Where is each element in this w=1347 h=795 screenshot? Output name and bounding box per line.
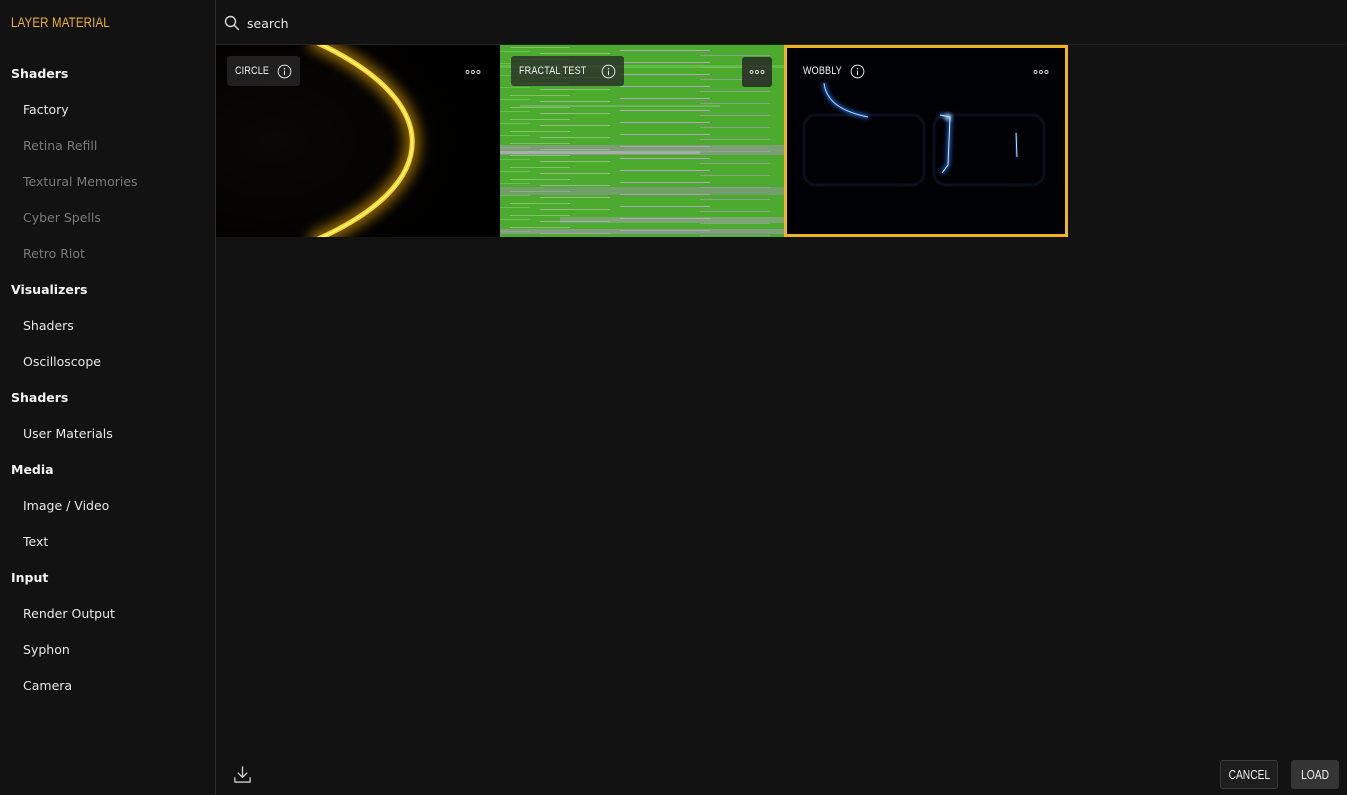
search-bar <box>216 0 1347 45</box>
sidebar-item-textural-memories[interactable]: Textural Memories <box>0 164 215 200</box>
cancel-button-label: CANCEL <box>1228 767 1270 782</box>
sidebar-item-factory[interactable]: Factory <box>0 92 215 128</box>
more-horizontal-icon <box>1033 70 1049 74</box>
download-icon[interactable] <box>233 765 252 784</box>
more-horizontal-icon <box>465 70 481 74</box>
nav-group-user-shaders: Shaders <box>11 390 69 405</box>
sidebar-item-user-materials[interactable]: User Materials <box>0 416 215 452</box>
material-card-wobbly[interactable]: WOBBLY <box>784 45 1068 237</box>
info-icon[interactable] <box>850 64 865 79</box>
load-button-label: LOAD <box>1301 767 1329 782</box>
info-icon[interactable] <box>601 64 616 79</box>
sidebar-item-retro-riot[interactable]: Retro Riot <box>0 236 215 272</box>
nav-group-visualizers: Visualizers <box>11 282 88 297</box>
sidebar-item-oscilloscope[interactable]: Oscilloscope <box>0 344 215 380</box>
sidebar-item-cyber-spells[interactable]: Cyber Spells <box>0 200 215 236</box>
material-label: CIRCLE <box>227 56 300 86</box>
material-label: WOBBLY <box>795 56 873 86</box>
sidebar: LAYER MATERIAL Shaders Factory Retina Re… <box>0 0 216 795</box>
nav-group-input: Input <box>11 570 49 585</box>
material-card-fractal-test[interactable]: FRACTAL TEST <box>500 45 784 237</box>
more-options-button[interactable] <box>1026 57 1056 87</box>
sidebar-item-retina-refill[interactable]: Retina Refill <box>0 128 215 164</box>
nav-group-media: Media <box>11 462 54 477</box>
search-icon <box>224 15 240 31</box>
more-options-button[interactable] <box>458 57 488 87</box>
material-label: FRACTAL TEST <box>511 56 625 86</box>
sidebar-item-visualizer-shaders[interactable]: Shaders <box>0 308 215 344</box>
material-title: FRACTAL TEST <box>519 65 587 77</box>
sidebar-nav: Shaders Factory Retina Refill Textural M… <box>0 56 215 704</box>
more-options-button[interactable] <box>742 57 772 87</box>
cancel-button[interactable]: CANCEL <box>1220 760 1278 789</box>
sidebar-item-image-video[interactable]: Image / Video <box>0 488 215 524</box>
load-button[interactable]: LOAD <box>1291 760 1339 789</box>
material-card-circle[interactable]: CIRCLE <box>216 45 500 237</box>
sidebar-item-syphon[interactable]: Syphon <box>0 632 215 668</box>
more-horizontal-icon <box>749 70 765 74</box>
sidebar-item-text[interactable]: Text <box>0 524 215 560</box>
sidebar-item-camera[interactable]: Camera <box>0 668 215 704</box>
sidebar-item-render-output[interactable]: Render Output <box>0 596 215 632</box>
material-title: CIRCLE <box>235 65 270 77</box>
info-icon[interactable] <box>277 64 292 79</box>
nav-group-shaders: Shaders <box>11 66 69 81</box>
search-input[interactable] <box>247 12 647 34</box>
material-title: WOBBLY <box>803 65 842 77</box>
app-title: LAYER MATERIAL <box>11 14 110 30</box>
